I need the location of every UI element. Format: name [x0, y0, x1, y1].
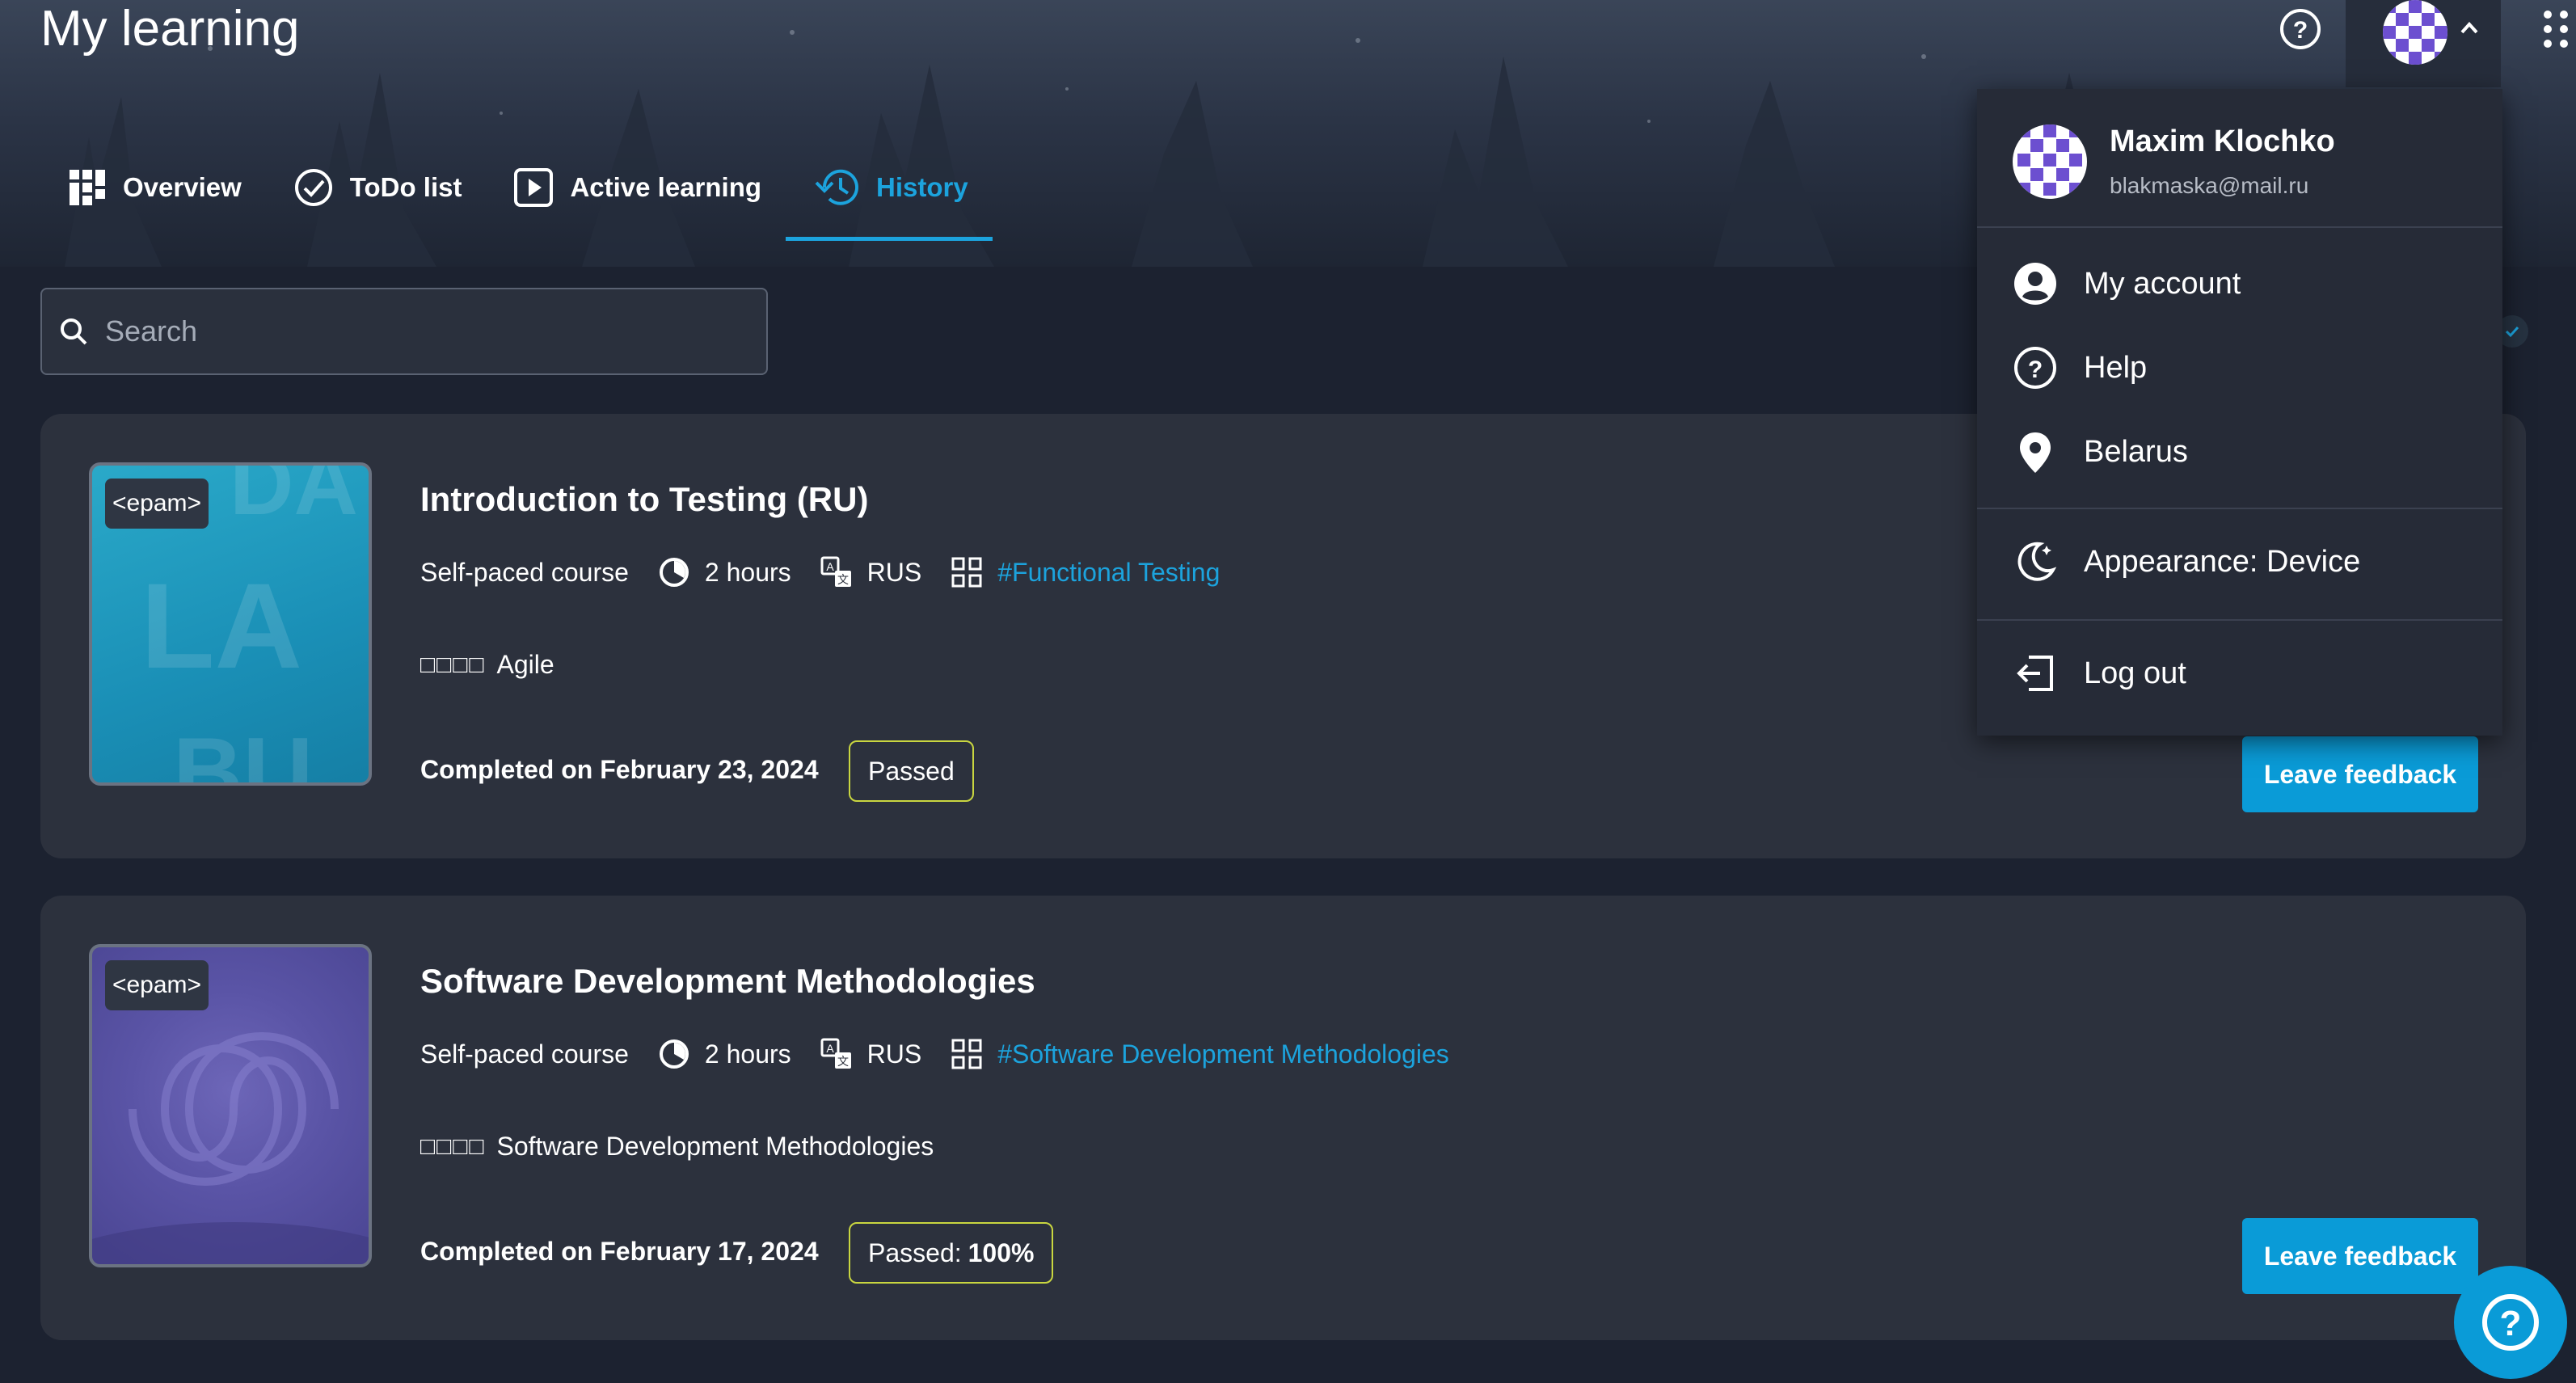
- svg-text:文: 文: [837, 573, 849, 586]
- page-title: My learning: [40, 1, 300, 57]
- completion-date: Completed on February 23, 2024: [420, 755, 819, 784]
- search-icon: [61, 318, 87, 345]
- svg-text:文: 文: [837, 1055, 849, 1068]
- course-tag-link[interactable]: #Software Development Methodologies: [997, 1039, 1449, 1069]
- translate-icon: A文: [820, 556, 851, 587]
- tab-overview[interactable]: Overview: [40, 145, 266, 230]
- menu-divider: [1977, 619, 2502, 621]
- course-language: RUS: [866, 1039, 922, 1069]
- moon-icon: [2017, 542, 2057, 581]
- course-skill: □□□□ Agile: [420, 650, 554, 680]
- tab-label: History: [876, 172, 968, 202]
- course-title[interactable]: Introduction to Testing (RU): [420, 480, 868, 519]
- clock-icon: [659, 558, 689, 587]
- menu-item-label: My account: [2084, 266, 2241, 301]
- avatar: [2013, 124, 2087, 199]
- user-name: Maxim Klochko: [2110, 124, 2335, 158]
- status-label: Passed:: [868, 1238, 962, 1267]
- search-input[interactable]: [103, 314, 734, 349]
- skill-label: Software Development Methodologies: [496, 1132, 934, 1161]
- user-menu-button[interactable]: [2346, 0, 2501, 87]
- search-box: [40, 288, 768, 375]
- play-icon: [514, 168, 554, 207]
- leave-feedback-button[interactable]: Leave feedback: [2242, 1218, 2478, 1294]
- course-meta: Self-paced course 2 hours A文 RUS #Softwa…: [420, 1038, 1478, 1070]
- account-circle-icon: [2014, 263, 2056, 305]
- svg-text:A: A: [826, 1042, 834, 1055]
- avatar: [2383, 0, 2447, 65]
- dashboard-icon: [70, 170, 105, 205]
- chevron-up-icon: [2460, 22, 2478, 34]
- tab-active-learning[interactable]: Active learning: [486, 145, 786, 230]
- apps-grid-icon[interactable]: [2540, 6, 2576, 52]
- help-icon[interactable]: ?: [2278, 6, 2323, 52]
- menu-item-help[interactable]: ? Help: [1977, 331, 2502, 404]
- status-value: 100%: [968, 1238, 1035, 1267]
- status-badge: Passed: [849, 740, 974, 802]
- user-profile-header: Maxim Klochko blakmaska@mail.ru: [1977, 89, 2502, 228]
- tab-label: Overview: [123, 172, 242, 202]
- menu-item-log-out[interactable]: Log out: [1977, 637, 2502, 710]
- check-circle-icon: [294, 169, 332, 206]
- tab-todo-list[interactable]: ToDo list: [266, 145, 487, 230]
- menu-item-my-account[interactable]: My account: [1977, 247, 2502, 320]
- svg-text:A: A: [826, 560, 834, 573]
- user-email: blakmaska@mail.ru: [2110, 173, 2309, 198]
- menu-item-label: Help: [2084, 350, 2148, 385]
- epam-logo: <epam>: [105, 479, 209, 529]
- logout-icon: [2017, 656, 2053, 691]
- history-icon: [815, 169, 859, 205]
- status-label: Passed: [868, 756, 955, 786]
- svg-text:DA: DA: [230, 466, 358, 533]
- svg-text:BU: BU: [173, 718, 313, 786]
- course-thumbnail[interactable]: DA LA BU <epam>: [89, 462, 372, 786]
- course-title[interactable]: Software Development Methodologies: [420, 962, 1035, 1001]
- tab-history[interactable]: History: [786, 145, 993, 241]
- svg-text:?: ?: [2500, 1304, 2522, 1343]
- course-type: Self-paced course: [420, 557, 629, 587]
- course-duration: 2 hours: [704, 557, 791, 587]
- user-menu-dropdown: Maxim Klochko blakmaska@mail.ru My accou…: [1977, 89, 2502, 736]
- skill-level-indicator: □□□□: [420, 1132, 486, 1160]
- course-meta: Self-paced course 2 hours A文 RUS #Functi…: [420, 556, 1249, 588]
- status-badge: Passed: 100%: [849, 1222, 1054, 1284]
- course-skill: □□□□ Software Development Methodologies: [420, 1132, 934, 1162]
- menu-item-label: Belarus: [2084, 434, 2188, 469]
- course-card: <epam> Software Development Methodologie…: [40, 896, 2526, 1340]
- svg-text:?: ?: [2028, 356, 2043, 383]
- skill-level-indicator: □□□□: [420, 651, 486, 678]
- help-circle-icon: ?: [2014, 347, 2056, 389]
- menu-item-label: Log out: [2084, 656, 2186, 690]
- leave-feedback-button[interactable]: Leave feedback: [2242, 736, 2478, 812]
- location-pin-icon: [2020, 432, 2051, 473]
- course-duration: 2 hours: [704, 1039, 791, 1069]
- course-tag-link[interactable]: #Functional Testing: [997, 558, 1220, 588]
- skill-label: Agile: [496, 650, 554, 679]
- epam-logo: <epam>: [105, 960, 209, 1010]
- svg-text:LA: LA: [141, 558, 302, 694]
- course-thumbnail[interactable]: <epam>: [89, 944, 372, 1267]
- clock-icon: [659, 1039, 689, 1069]
- category-grid-icon: [951, 1039, 982, 1069]
- menu-item-location[interactable]: Belarus: [1977, 415, 2502, 488]
- tab-bar: Overview ToDo list Active learning Histo…: [40, 145, 993, 241]
- tab-label: ToDo list: [349, 172, 462, 202]
- course-type: Self-paced course: [420, 1039, 629, 1069]
- help-chat-button[interactable]: ?: [2454, 1266, 2567, 1379]
- course-language: RUS: [866, 557, 922, 587]
- completion-date: Completed on February 17, 2024: [420, 1237, 819, 1266]
- menu-divider: [1977, 508, 2502, 509]
- menu-item-appearance[interactable]: Appearance: Device: [1977, 525, 2502, 598]
- category-grid-icon: [951, 557, 982, 588]
- tab-label: Active learning: [570, 172, 762, 202]
- help-circle-icon: ?: [2482, 1294, 2539, 1351]
- svg-text:?: ?: [2293, 17, 2308, 44]
- translate-icon: A文: [820, 1038, 851, 1069]
- menu-item-label: Appearance: Device: [2084, 544, 2361, 579]
